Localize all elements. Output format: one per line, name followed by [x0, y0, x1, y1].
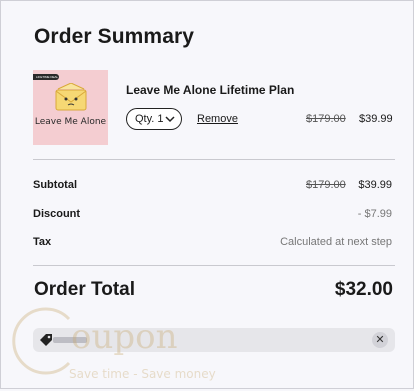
- subtotal-original: $179.00: [306, 179, 346, 191]
- product-image-badge: LIFETIME DEAL: [33, 74, 59, 80]
- badge-text: LIFETIME DEAL: [36, 75, 59, 79]
- subtotal-value: $39.99: [358, 179, 392, 191]
- chevron-down-icon: [165, 116, 175, 123]
- quantity-select[interactable]: Qty. 1: [126, 108, 182, 130]
- item-original-price: $179.00: [306, 113, 346, 125]
- tax-value: Calculated at next step: [280, 236, 392, 248]
- product-name: Leave Me Alone Lifetime Plan: [126, 83, 295, 97]
- page-title: Order Summary: [34, 25, 195, 48]
- order-total-value: $32.00: [334, 279, 393, 300]
- tax-label: Tax: [33, 236, 52, 248]
- quantity-label: Qty. 1: [135, 113, 164, 125]
- discount-label: Discount: [33, 208, 81, 220]
- order-summary-panel: Order Summary LIFETIME DEAL Leave Me Alo…: [0, 0, 414, 389]
- applied-coupon: ✕: [33, 328, 395, 352]
- coupon-code-redacted: [53, 337, 87, 343]
- product-image-caption: Leave Me Alone: [34, 117, 107, 127]
- discount-value: - $7.99: [357, 208, 392, 220]
- item-current-price: $39.99: [359, 113, 393, 125]
- divider: [33, 159, 395, 160]
- remove-item-link[interactable]: Remove: [197, 113, 238, 125]
- tag-icon: [40, 334, 52, 346]
- remove-coupon-button[interactable]: ✕: [372, 332, 388, 348]
- product-image: LIFETIME DEAL Leave Me Alone: [33, 70, 108, 145]
- subtotal-label: Subtotal: [33, 179, 77, 191]
- divider: [33, 265, 395, 266]
- watermark-tagline: Save time - Save money: [69, 367, 216, 381]
- envelope-face-icon: [55, 83, 87, 111]
- order-total-label: Order Total: [34, 279, 135, 300]
